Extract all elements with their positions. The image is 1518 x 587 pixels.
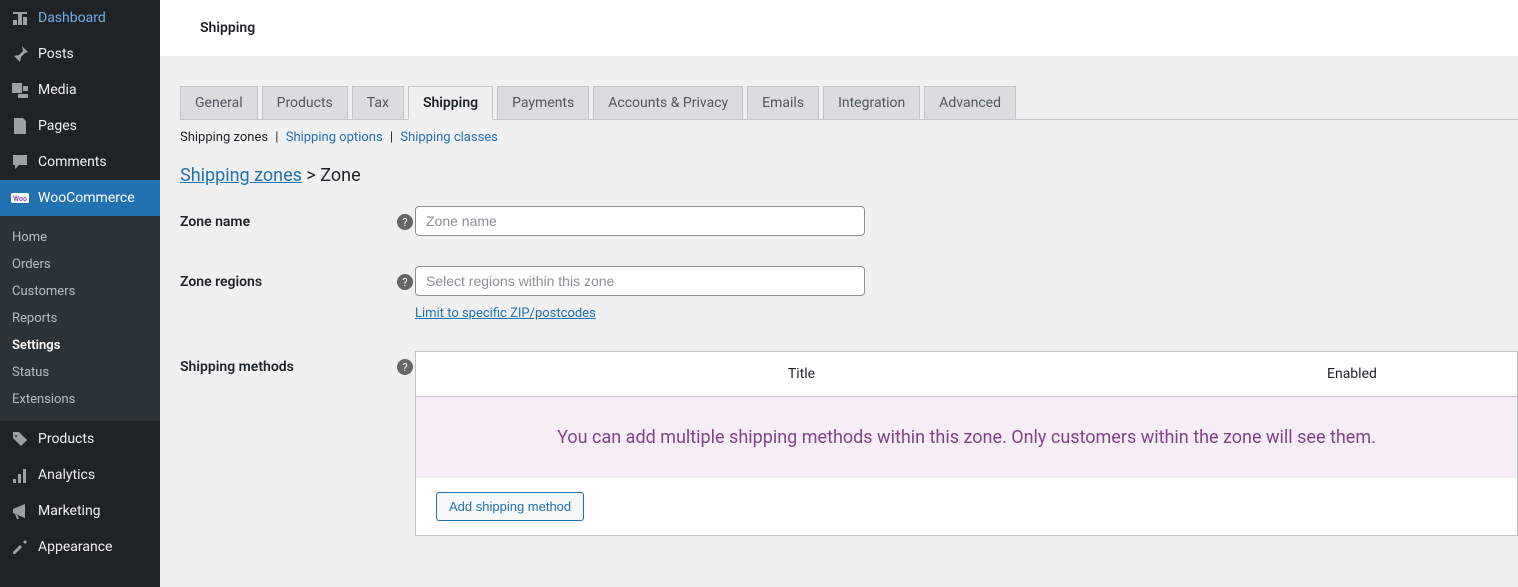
- comments-icon: [10, 152, 30, 172]
- help-icon[interactable]: ?: [397, 359, 413, 375]
- tab-products[interactable]: Products: [262, 86, 348, 119]
- appearance-icon: [10, 537, 30, 557]
- media-icon: [10, 80, 30, 100]
- sidebar-label: Pages: [38, 118, 77, 134]
- woocommerce-submenu: Home Orders Customers Reports Settings S…: [0, 216, 160, 421]
- sidebar-item-posts[interactable]: Posts: [0, 36, 160, 72]
- zone-regions-input[interactable]: [415, 266, 865, 296]
- page-header: Shipping: [160, 0, 1518, 56]
- sidebar-label: Media: [38, 82, 77, 98]
- add-shipping-method-button[interactable]: Add shipping method: [436, 492, 584, 521]
- breadcrumb-sep: >: [306, 165, 315, 186]
- tab-payments[interactable]: Payments: [497, 86, 589, 119]
- help-icon[interactable]: ?: [397, 214, 413, 230]
- admin-sidebar: Dashboard Posts Media Pages Comments Woo…: [0, 0, 160, 587]
- sublink-current: Shipping zones: [180, 130, 268, 145]
- marketing-icon: [10, 501, 30, 521]
- zone-regions-label: Zone regions: [180, 266, 395, 290]
- dashboard-icon: [10, 8, 30, 28]
- breadcrumb-current: Zone: [320, 165, 360, 186]
- zone-name-label: Zone name: [180, 206, 395, 230]
- submenu-item-orders[interactable]: Orders: [0, 251, 160, 278]
- sidebar-item-dashboard[interactable]: Dashboard: [0, 0, 160, 36]
- sidebar-label: WooCommerce: [38, 190, 135, 206]
- sublink-sep: |: [390, 130, 393, 145]
- th-enabled: Enabled: [1187, 352, 1518, 397]
- th-title: Title: [416, 352, 1187, 397]
- pages-icon: [10, 116, 30, 136]
- sidebar-item-woocommerce[interactable]: Woo WooCommerce: [0, 180, 160, 216]
- main-content: Shipping General Products Tax Shipping P…: [160, 0, 1518, 587]
- breadcrumb-shipping-zones[interactable]: Shipping zones: [180, 165, 302, 186]
- sidebar-label: Analytics: [38, 467, 95, 483]
- limit-postcodes-link[interactable]: Limit to specific ZIP/postcodes: [415, 306, 596, 321]
- help-icon[interactable]: ?: [397, 274, 413, 290]
- sidebar-label: Posts: [38, 46, 74, 62]
- svg-text:Woo: Woo: [13, 195, 27, 203]
- sidebar-item-appearance[interactable]: Appearance: [0, 529, 160, 565]
- submenu-item-settings[interactable]: Settings: [0, 332, 160, 359]
- shipping-methods-table: Title Enabled You can add multiple shipp…: [415, 351, 1518, 536]
- sidebar-item-media[interactable]: Media: [0, 72, 160, 108]
- sidebar-item-analytics[interactable]: Analytics: [0, 457, 160, 493]
- tab-emails[interactable]: Emails: [747, 86, 819, 119]
- sidebar-item-pages[interactable]: Pages: [0, 108, 160, 144]
- tab-integration[interactable]: Integration: [823, 86, 920, 119]
- sidebar-item-products[interactable]: Products: [0, 421, 160, 457]
- submenu-item-reports[interactable]: Reports: [0, 305, 160, 332]
- pin-icon: [10, 44, 30, 64]
- methods-empty-message: You can add multiple shipping methods wi…: [416, 397, 1518, 479]
- zone-name-input[interactable]: [415, 206, 865, 236]
- sidebar-label: Appearance: [38, 539, 112, 555]
- woo-icon: Woo: [10, 188, 30, 208]
- tab-general[interactable]: General: [180, 86, 258, 119]
- sidebar-label: Comments: [38, 154, 107, 170]
- sublink-shipping-classes[interactable]: Shipping classes: [400, 130, 498, 145]
- sidebar-item-comments[interactable]: Comments: [0, 144, 160, 180]
- shipping-methods-label: Shipping methods: [180, 351, 395, 375]
- tab-advanced[interactable]: Advanced: [924, 86, 1016, 119]
- sidebar-label: Products: [38, 431, 94, 447]
- tab-accounts-privacy[interactable]: Accounts & Privacy: [593, 86, 743, 119]
- tab-shipping[interactable]: Shipping: [408, 86, 493, 120]
- shipping-sublinks: Shipping zones | Shipping options | Ship…: [180, 120, 1518, 155]
- submenu-item-customers[interactable]: Customers: [0, 278, 160, 305]
- sidebar-label: Marketing: [38, 503, 101, 519]
- submenu-item-home[interactable]: Home: [0, 224, 160, 251]
- sidebar-item-marketing[interactable]: Marketing: [0, 493, 160, 529]
- sublink-shipping-options[interactable]: Shipping options: [286, 130, 383, 145]
- products-icon: [10, 429, 30, 449]
- sublink-sep: |: [275, 130, 278, 145]
- page-title: Shipping: [200, 20, 1498, 36]
- analytics-icon: [10, 465, 30, 485]
- tab-tax[interactable]: Tax: [352, 86, 404, 119]
- submenu-item-status[interactable]: Status: [0, 359, 160, 386]
- sidebar-label: Dashboard: [38, 10, 106, 26]
- submenu-item-extensions[interactable]: Extensions: [0, 386, 160, 413]
- settings-tabs: General Products Tax Shipping Payments A…: [180, 86, 1518, 120]
- breadcrumb: Shipping zones > Zone: [180, 155, 1518, 206]
